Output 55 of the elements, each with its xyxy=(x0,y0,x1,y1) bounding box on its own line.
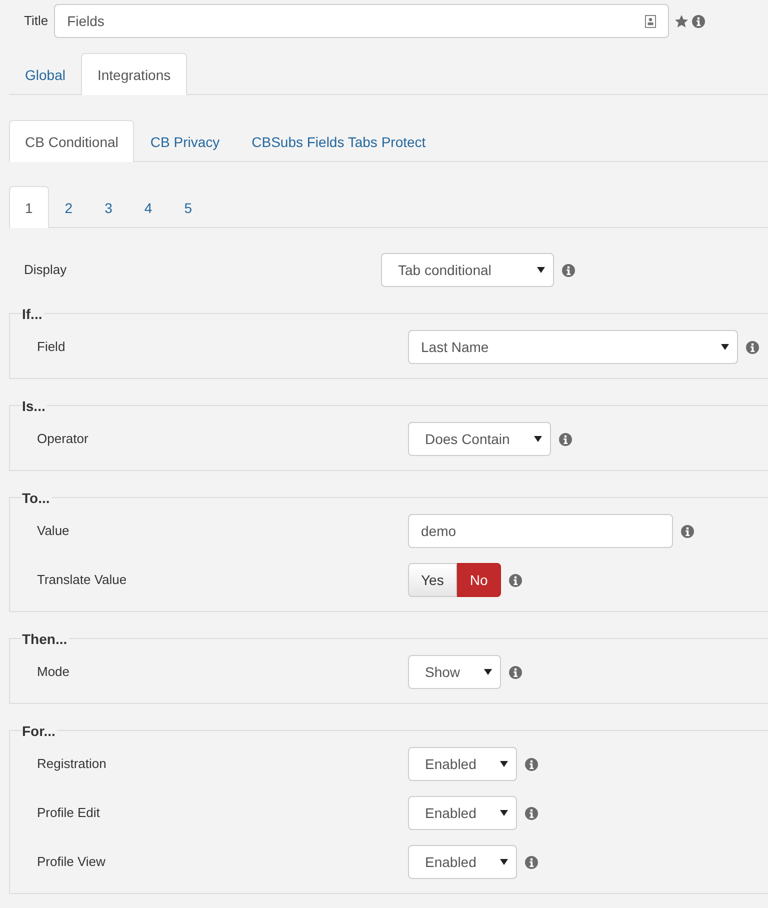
tab[interactable]: 5 xyxy=(168,186,208,228)
caret-icon xyxy=(534,436,542,442)
section-legend: Is... xyxy=(22,398,48,414)
section-legend: For... xyxy=(22,723,58,739)
info-icon[interactable] xyxy=(525,758,538,770)
section-legend: If... xyxy=(22,306,44,322)
toggle-option[interactable]: Yes xyxy=(408,563,457,597)
title-label: Title xyxy=(24,12,48,30)
star-icon[interactable] xyxy=(675,14,688,28)
tab[interactable]: 1 xyxy=(9,186,49,228)
caret-icon xyxy=(721,344,729,350)
caret-icon xyxy=(537,267,545,273)
select-field[interactable]: Enabled xyxy=(408,796,518,830)
select-field[interactable]: Does Contain xyxy=(408,422,551,456)
title-field[interactable]: Fields xyxy=(54,4,670,38)
tab[interactable]: 3 xyxy=(88,186,128,228)
field-label: Profile View xyxy=(37,853,106,872)
select-field[interactable]: Enabled xyxy=(408,747,518,781)
info-icon[interactable] xyxy=(558,432,572,446)
info-icon[interactable] xyxy=(681,524,694,538)
tab[interactable]: 2 xyxy=(48,186,89,228)
field-label: Mode xyxy=(37,663,71,682)
field-label: Field xyxy=(37,338,66,356)
caret-icon xyxy=(500,761,508,767)
tab[interactable]: CBSubs Fields Tabs Protect xyxy=(236,120,442,162)
field-label: Profile Edit xyxy=(37,804,101,822)
field-label: Display xyxy=(24,261,68,280)
field-label: Operator xyxy=(37,430,90,448)
info-icon[interactable] xyxy=(746,340,759,354)
select-field[interactable]: Show xyxy=(408,655,502,689)
select-field[interactable]: Enabled xyxy=(408,845,518,879)
field-label: Registration xyxy=(37,755,108,774)
tab[interactable]: 4 xyxy=(128,186,168,228)
select-field[interactable]: Last Name xyxy=(408,330,738,364)
section-legend: To... xyxy=(22,490,52,506)
tab[interactable]: Global xyxy=(9,53,82,95)
info-icon[interactable] xyxy=(509,666,522,678)
tab[interactable]: Integrations xyxy=(81,53,187,95)
select-field[interactable]: Tab conditional xyxy=(381,253,554,287)
caret-icon xyxy=(484,669,492,675)
section-legend: Then... xyxy=(22,631,70,647)
caret-icon xyxy=(500,810,508,816)
tab[interactable]: CB Privacy xyxy=(134,120,236,162)
tab[interactable]: CB Conditional xyxy=(9,120,134,162)
info-icon[interactable] xyxy=(525,806,538,820)
info-icon[interactable] xyxy=(692,14,706,28)
info-icon[interactable] xyxy=(562,264,575,276)
info-icon[interactable] xyxy=(525,856,538,868)
field-label: Translate Value xyxy=(37,571,128,590)
caret-icon xyxy=(500,859,508,865)
field-label: Value xyxy=(37,522,70,540)
contact-card-icon[interactable] xyxy=(645,14,656,28)
toggle-option[interactable]: No xyxy=(456,563,501,597)
text-field[interactable]: demo xyxy=(408,514,673,548)
info-icon[interactable] xyxy=(508,574,522,586)
